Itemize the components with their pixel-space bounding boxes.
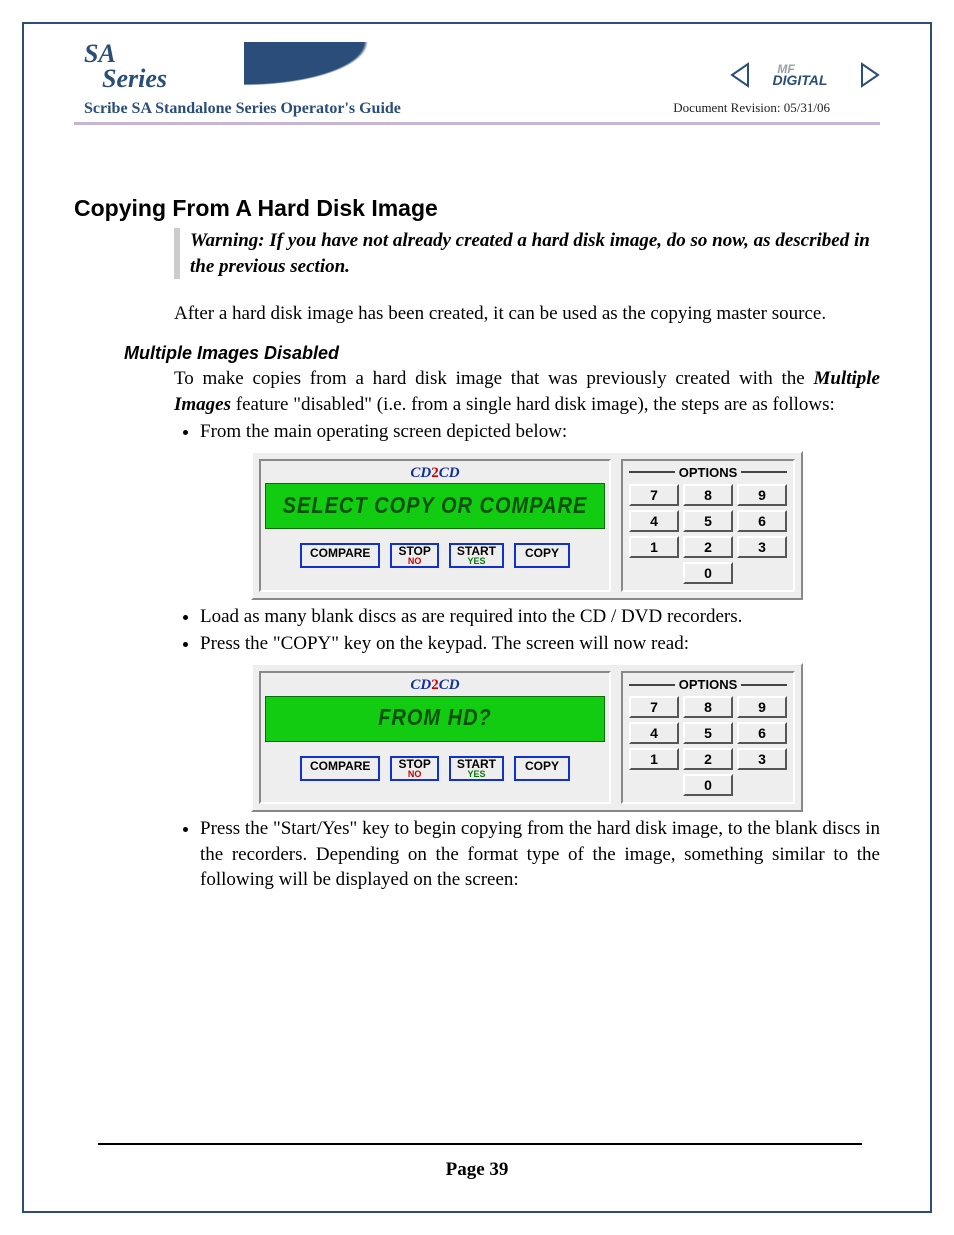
bullet-item: From the main operating screen depicted … — [200, 419, 880, 445]
logo-line1: SA — [84, 42, 167, 67]
bullet-item: Press the "Start/Yes" key to begin copyi… — [200, 816, 880, 893]
brand-cd2: CD — [439, 465, 460, 481]
lcd-side: CD2CD FROM HD? COMPARE STOP NO — [259, 671, 611, 804]
stop-sub-label: NO — [398, 557, 430, 566]
key-7[interactable]: 7 — [629, 484, 679, 506]
lcd-screen: SELECT COPY OR COMPARE — [265, 483, 605, 529]
copy-button[interactable]: COPY — [514, 756, 570, 781]
logo-line2: Series — [102, 67, 167, 92]
warning-block: Warning: If you have not already created… — [174, 228, 880, 279]
button-row: COMPARE STOP NO START YES COPY — [265, 756, 605, 781]
start-sub-label: YES — [457, 770, 496, 779]
device-panel: CD2CD FROM HD? COMPARE STOP NO — [251, 663, 803, 812]
header-swoosh-graphic — [244, 42, 584, 90]
device-brand: CD2CD — [265, 677, 605, 694]
stop-no-button[interactable]: STOP NO — [390, 756, 438, 781]
key-4[interactable]: 4 — [629, 722, 679, 744]
key-3[interactable]: 3 — [737, 536, 787, 558]
brand-two: 2 — [431, 465, 439, 481]
start-sub-label: YES — [457, 557, 496, 566]
key-2[interactable]: 2 — [683, 536, 733, 558]
key-9[interactable]: 9 — [737, 696, 787, 718]
numeric-keypad: 7 8 9 4 5 6 1 2 3 0 — [629, 696, 787, 796]
key-4[interactable]: 4 — [629, 510, 679, 532]
bullet-item: Press the "COPY" key on the keypad. The … — [200, 631, 880, 657]
subsection-heading: Multiple Images Disabled — [124, 343, 880, 364]
key-3[interactable]: 3 — [737, 748, 787, 770]
sub-para-pre: To make copies from a hard disk image th… — [174, 368, 813, 389]
subsection-paragraph: To make copies from a hard disk image th… — [174, 366, 880, 417]
key-5[interactable]: 5 — [683, 722, 733, 744]
stop-sub-label: NO — [398, 770, 430, 779]
options-side: OPTIONS 7 8 9 4 5 6 1 2 — [621, 671, 795, 804]
compare-button[interactable]: COMPARE — [300, 756, 380, 781]
brand-two: 2 — [431, 677, 439, 693]
compare-button[interactable]: COMPARE — [300, 543, 380, 568]
brand-cd: CD — [410, 677, 431, 693]
numeric-keypad: 7 8 9 4 5 6 1 2 3 0 — [629, 484, 787, 584]
sub-para-post: feature "disabled" (i.e. from a single h… — [231, 394, 835, 415]
copy-button[interactable]: COPY — [514, 543, 570, 568]
start-yes-button[interactable]: START YES — [449, 756, 504, 781]
section-heading: Copying From A Hard Disk Image — [74, 195, 880, 222]
key-5[interactable]: 5 — [683, 510, 733, 532]
mf-digital-logo: MF DIGITAL — [730, 60, 880, 90]
options-label: OPTIONS — [679, 677, 738, 692]
page-number: Page 39 — [24, 1159, 930, 1181]
key-6[interactable]: 6 — [737, 722, 787, 744]
warning-text: Warning: If you have not already created… — [190, 228, 880, 279]
start-yes-button[interactable]: START YES — [449, 543, 504, 568]
key-0[interactable]: 0 — [683, 562, 733, 584]
bullet-item: Load as many blank discs as are required… — [200, 604, 880, 630]
options-side: OPTIONS 7 8 9 4 5 6 1 2 — [621, 459, 795, 592]
screen1-text: SELECT COPY OR COMPARE — [283, 493, 588, 519]
key-1[interactable]: 1 — [629, 536, 679, 558]
key-0[interactable]: 0 — [683, 774, 733, 796]
document-title: Scribe SA Standalone Series Operator's G… — [84, 100, 401, 118]
svg-text:DIGITAL: DIGITAL — [773, 72, 828, 88]
intro-paragraph: After a hard disk image has been created… — [174, 301, 880, 327]
screen2-text: FROM HD? — [378, 705, 492, 731]
brand-cd2: CD — [439, 677, 460, 693]
lcd-screen: FROM HD? — [265, 696, 605, 742]
key-9[interactable]: 9 — [737, 484, 787, 506]
key-2[interactable]: 2 — [683, 748, 733, 770]
document-body: Copying From A Hard Disk Image Warning: … — [74, 125, 880, 893]
button-row: COMPARE STOP NO START YES COPY — [265, 543, 605, 568]
key-8[interactable]: 8 — [683, 696, 733, 718]
brand-cd: CD — [410, 465, 431, 481]
key-7[interactable]: 7 — [629, 696, 679, 718]
footer-rule — [98, 1143, 862, 1145]
stop-no-button[interactable]: STOP NO — [390, 543, 438, 568]
key-8[interactable]: 8 — [683, 484, 733, 506]
document-revision: Document Revision: 05/31/06 — [673, 100, 830, 116]
sa-series-logo: SA Series — [84, 42, 167, 91]
key-1[interactable]: 1 — [629, 748, 679, 770]
warning-bar — [174, 228, 180, 279]
device-panel: CD2CD SELECT COPY OR COMPARE COMPARE STO… — [251, 451, 803, 600]
key-6[interactable]: 6 — [737, 510, 787, 532]
options-label: OPTIONS — [679, 465, 738, 480]
document-header: SA Series MF DIGITAL Scribe SA Standalon… — [74, 42, 880, 125]
device-brand: CD2CD — [265, 465, 605, 482]
lcd-side: CD2CD SELECT COPY OR COMPARE COMPARE STO… — [259, 459, 611, 592]
